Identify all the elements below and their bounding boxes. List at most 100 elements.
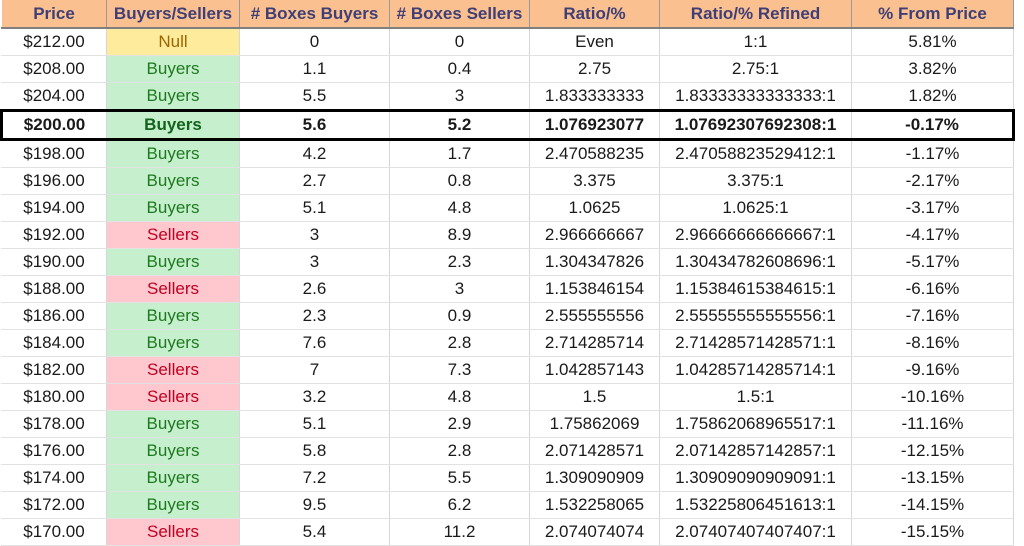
cell-side[interactable]: Buyers <box>106 302 240 330</box>
cell-boxes-sellers[interactable]: 1.7 <box>389 139 530 168</box>
cell-side[interactable]: Buyers <box>106 82 240 111</box>
cell-boxes-sellers[interactable]: 3 <box>389 275 530 303</box>
cell-boxes-buyers[interactable]: 2.6 <box>239 275 390 303</box>
cell-pct-from-price[interactable]: -1.17% <box>851 139 1014 168</box>
cell-boxes-buyers[interactable]: 3 <box>239 221 390 249</box>
table-row[interactable]: $208.00 Buyers 1.1 0.4 2.75 2.75:1 3.82% <box>1 55 1014 83</box>
cell-boxes-sellers[interactable]: 0.9 <box>389 302 530 330</box>
cell-ratio[interactable]: 1.532258065 <box>529 491 660 519</box>
cell-pct-from-price[interactable]: 5.81% <box>851 28 1014 56</box>
cell-ratio[interactable]: 1.75862069 <box>529 410 660 438</box>
cell-pct-from-price[interactable]: -7.16% <box>851 302 1014 330</box>
table-row[interactable]: $192.00 Sellers 3 8.9 2.966666667 2.966666666… <box>1 221 1014 249</box>
cell-boxes-buyers[interactable]: 5.5 <box>239 82 390 111</box>
cell-boxes-buyers[interactable]: 5.1 <box>239 410 390 438</box>
column-header-ratio[interactable]: Ratio/% <box>529 0 660 29</box>
cell-pct-from-price[interactable]: -8.16% <box>851 329 1014 357</box>
cell-pct-from-price[interactable]: -10.16% <box>851 383 1014 411</box>
cell-side[interactable]: Sellers <box>106 518 240 546</box>
cell-side[interactable]: Buyers <box>106 410 240 438</box>
cell-side[interactable]: Buyers <box>106 139 240 168</box>
cell-ratio-refined[interactable]: 1.30909090909091:1 <box>659 464 852 492</box>
cell-ratio[interactable]: 1.042857143 <box>529 356 660 384</box>
cell-boxes-buyers[interactable]: 7.2 <box>239 464 390 492</box>
cell-boxes-buyers[interactable]: 1.1 <box>239 55 390 83</box>
cell-pct-from-price[interactable]: -3.17% <box>851 194 1014 222</box>
cell-ratio[interactable]: 1.309090909 <box>529 464 660 492</box>
table-row[interactable]: $184.00 Buyers 7.6 2.8 2.714285714 2.71428571… <box>1 329 1014 357</box>
cell-boxes-sellers[interactable]: 5.2 <box>389 109 530 141</box>
cell-pct-from-price[interactable]: -12.15% <box>851 437 1014 465</box>
cell-ratio[interactable]: 1.0625 <box>529 194 660 222</box>
cell-side[interactable]: Sellers <box>106 356 240 384</box>
table-row[interactable]: $190.00 Buyers 3 2.3 1.304347826 1.3043478260… <box>1 248 1014 276</box>
cell-boxes-sellers[interactable]: 7.3 <box>389 356 530 384</box>
cell-side[interactable]: Buyers <box>106 464 240 492</box>
cell-ratio-refined[interactable]: 1.83333333333333:1 <box>659 82 852 111</box>
column-header-ratio-refined[interactable]: Ratio/% Refined <box>659 0 852 29</box>
cell-price[interactable]: $198.00 <box>1 139 107 168</box>
cell-ratio[interactable]: 1.153846154 <box>529 275 660 303</box>
cell-price[interactable]: $194.00 <box>1 194 107 222</box>
cell-pct-from-price[interactable]: -0.17% <box>851 109 1015 141</box>
table-row[interactable]: $178.00 Buyers 5.1 2.9 1.75862069 1.758620689… <box>1 410 1014 438</box>
cell-ratio-refined[interactable]: 1.07692307692308:1 <box>659 109 852 141</box>
cell-side[interactable]: Null <box>106 28 240 56</box>
cell-boxes-sellers[interactable]: 8.9 <box>389 221 530 249</box>
cell-ratio-refined[interactable]: 2.07142857142857:1 <box>659 437 852 465</box>
cell-boxes-buyers[interactable]: 7 <box>239 356 390 384</box>
cell-price[interactable]: $196.00 <box>1 167 107 195</box>
cell-pct-from-price[interactable]: -9.16% <box>851 356 1014 384</box>
cell-ratio[interactable]: 2.470588235 <box>529 139 660 168</box>
cell-price[interactable]: $212.00 <box>1 28 107 56</box>
cell-boxes-sellers[interactable]: 6.2 <box>389 491 530 519</box>
cell-side[interactable]: Buyers <box>106 194 240 222</box>
cell-pct-from-price[interactable]: -2.17% <box>851 167 1014 195</box>
cell-boxes-buyers[interactable]: 3.2 <box>239 383 390 411</box>
cell-side[interactable]: Buyers <box>106 491 240 519</box>
cell-price[interactable]: $172.00 <box>1 491 107 519</box>
cell-price[interactable]: $184.00 <box>1 329 107 357</box>
cell-price[interactable]: $188.00 <box>1 275 107 303</box>
cell-pct-from-price[interactable]: -5.17% <box>851 248 1014 276</box>
table-row[interactable]: $186.00 Buyers 2.3 0.9 2.555555556 2.55555555… <box>1 302 1014 330</box>
column-header-pct-from-price[interactable]: % From Price <box>851 0 1014 29</box>
cell-ratio-refined[interactable]: 2.71428571428571:1 <box>659 329 852 357</box>
cell-price[interactable]: $170.00 <box>1 518 107 546</box>
cell-boxes-sellers[interactable]: 2.9 <box>389 410 530 438</box>
cell-boxes-sellers[interactable]: 0 <box>389 28 530 56</box>
cell-ratio[interactable]: 1.5 <box>529 383 660 411</box>
cell-ratio[interactable]: 1.833333333 <box>529 82 660 111</box>
cell-boxes-sellers[interactable]: 2.3 <box>389 248 530 276</box>
cell-ratio-refined[interactable]: 2.47058823529412:1 <box>659 139 852 168</box>
cell-pct-from-price[interactable]: -4.17% <box>851 221 1014 249</box>
cell-price[interactable]: $174.00 <box>1 464 107 492</box>
cell-ratio-refined[interactable]: 1:1 <box>659 28 852 56</box>
cell-ratio-refined[interactable]: 2.07407407407407:1 <box>659 518 852 546</box>
cell-boxes-sellers[interactable]: 3 <box>389 82 530 111</box>
table-row[interactable]: $180.00 Sellers 3.2 4.8 1.5 1.5:1 -10.16% <box>1 383 1014 411</box>
cell-boxes-buyers[interactable]: 5.4 <box>239 518 390 546</box>
cell-ratio-refined[interactable]: 2.96666666666667:1 <box>659 221 852 249</box>
cell-boxes-buyers[interactable]: 2.3 <box>239 302 390 330</box>
cell-ratio-refined[interactable]: 1.53225806451613:1 <box>659 491 852 519</box>
cell-pct-from-price[interactable]: 3.82% <box>851 55 1014 83</box>
cell-side[interactable]: Buyers <box>106 167 240 195</box>
cell-boxes-buyers[interactable]: 2.7 <box>239 167 390 195</box>
cell-price[interactable]: $200.00 <box>0 109 107 141</box>
cell-ratio-refined[interactable]: 3.375:1 <box>659 167 852 195</box>
cell-price[interactable]: $176.00 <box>1 437 107 465</box>
cell-pct-from-price[interactable]: -13.15% <box>851 464 1014 492</box>
column-header-boxes-buyers[interactable]: # Boxes Buyers <box>239 0 390 29</box>
table-row[interactable]: $188.00 Sellers 2.6 3 1.153846154 1.153846153… <box>1 275 1014 303</box>
cell-price[interactable]: $208.00 <box>1 55 107 83</box>
cell-boxes-buyers[interactable]: 5.1 <box>239 194 390 222</box>
cell-ratio-refined[interactable]: 2.75:1 <box>659 55 852 83</box>
cell-boxes-sellers[interactable]: 4.8 <box>389 383 530 411</box>
cell-boxes-buyers[interactable]: 9.5 <box>239 491 390 519</box>
cell-boxes-buyers[interactable]: 5.6 <box>239 109 390 141</box>
cell-boxes-sellers[interactable]: 11.2 <box>389 518 530 546</box>
cell-price[interactable]: $204.00 <box>1 82 107 111</box>
cell-side[interactable]: Sellers <box>106 383 240 411</box>
cell-boxes-sellers[interactable]: 0.4 <box>389 55 530 83</box>
